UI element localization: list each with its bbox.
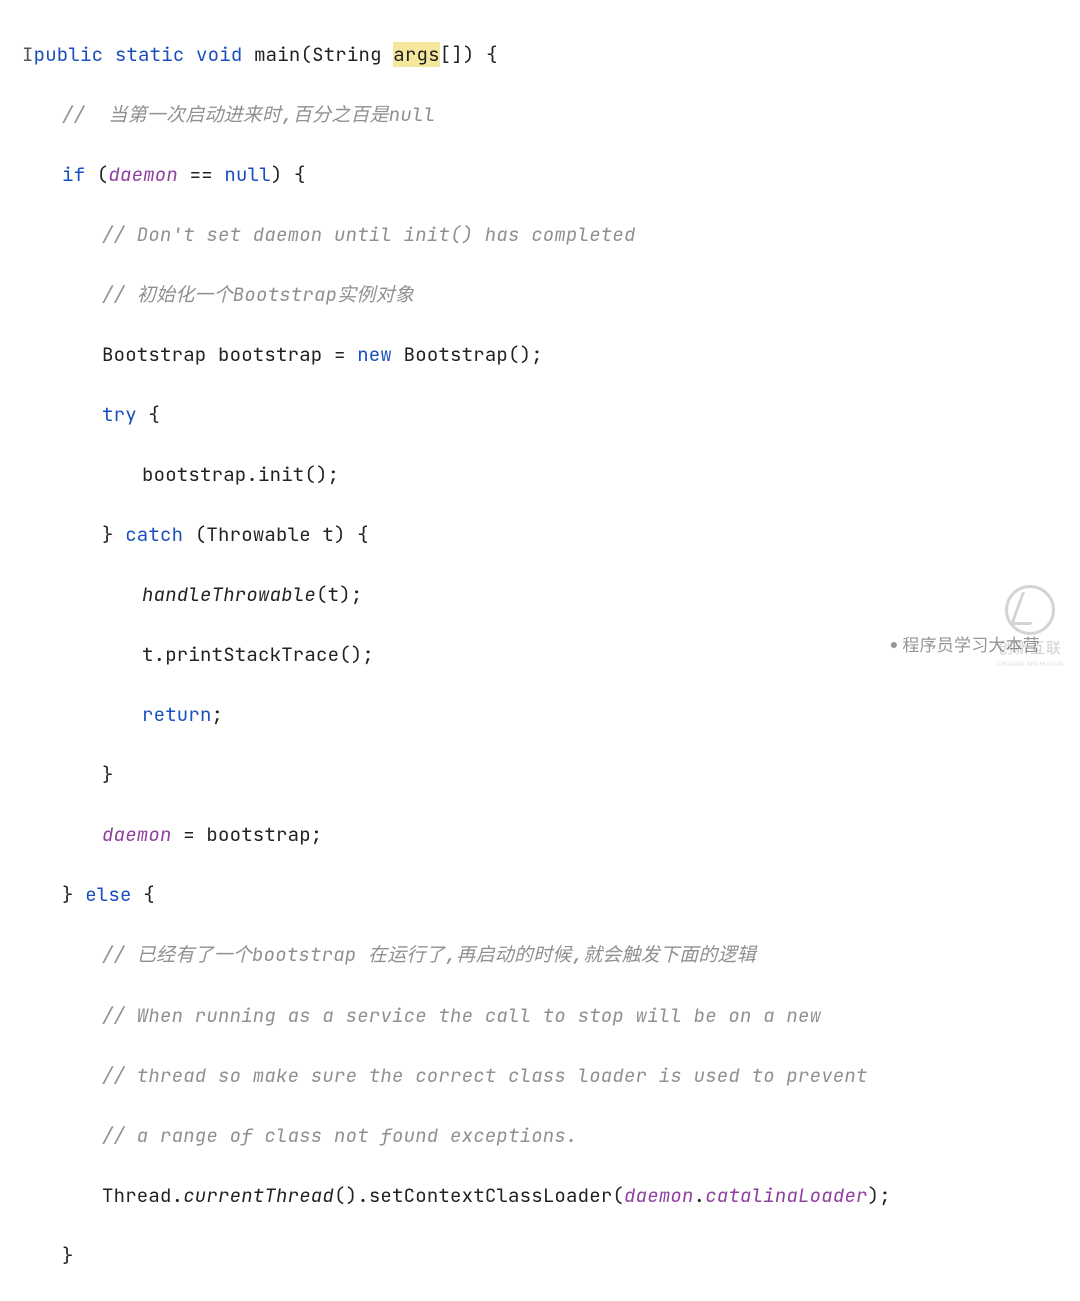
code-line: bootstrap.init();: [22, 460, 1080, 490]
code-line: } catch (Throwable t) {: [22, 520, 1080, 550]
highlighted-arg: args: [393, 42, 439, 67]
code-line: if (daemon == null) {: [22, 160, 1080, 190]
logo-brand-en: CHUANG XIN HULIAN: [982, 661, 1078, 670]
code-line: daemon = bootstrap;: [22, 820, 1080, 850]
code-line: Ipublic static void main(String args[]) …: [22, 40, 1080, 70]
code-line: }: [22, 1241, 1080, 1271]
text-cursor: I: [22, 42, 34, 67]
code-line: // Don't set daemon until init() has com…: [22, 220, 1080, 250]
code-line: Bootstrap bootstrap = new Bootstrap();: [22, 340, 1080, 370]
code-line: // 当第一次启动进来时,百分之百是null: [22, 100, 1080, 130]
code-line: // thread so make sure the correct class…: [22, 1061, 1080, 1091]
code-line: return;: [22, 700, 1080, 730]
watermark-logo: 创新互联 CHUANG XIN HULIAN: [982, 585, 1078, 670]
code-line: Thread.currentThread().setContextClassLo…: [22, 1181, 1080, 1211]
code-line: try {: [22, 400, 1080, 430]
wechat-icon: ●: [890, 636, 899, 652]
code-line: } else {: [22, 880, 1080, 910]
code-line: // 已经有了一个bootstrap 在运行了,再启动的时候,就会触发下面的逻辑: [22, 940, 1080, 970]
logo-brand-cn: 创新互联: [982, 637, 1078, 661]
code-line: // a range of class not found exceptions…: [22, 1121, 1080, 1151]
code-line: // When running as a service the call to…: [22, 1001, 1080, 1031]
code-line: }: [22, 760, 1080, 790]
code-line: handleThrowable(t);: [22, 580, 1080, 610]
code-line: // 初始化一个Bootstrap实例对象: [22, 280, 1080, 310]
logo-icon: [1005, 585, 1055, 635]
